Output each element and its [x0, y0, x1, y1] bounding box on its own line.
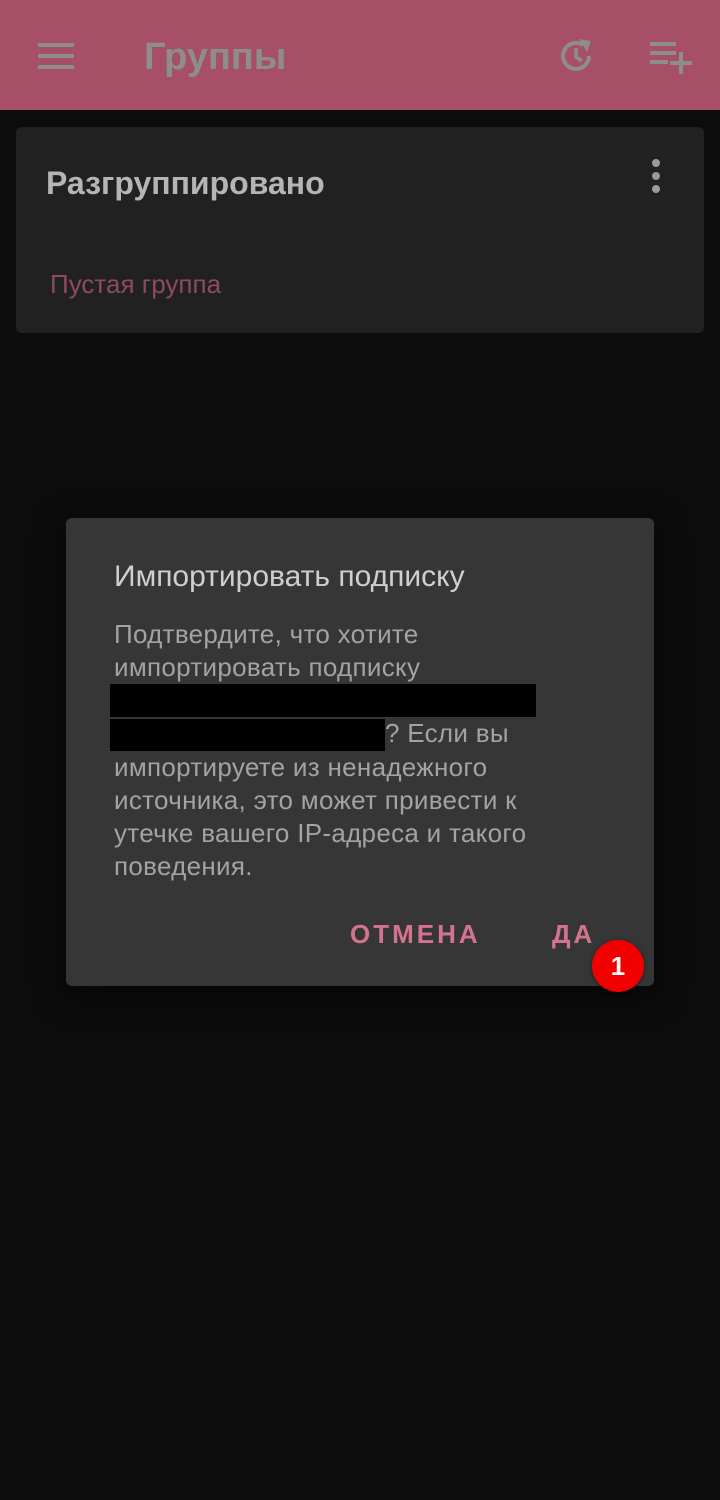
redacted-url-block [110, 719, 385, 751]
group-title: Разгруппировано [46, 165, 325, 201]
dialog-message-line2: импортировать подписку [114, 652, 421, 682]
confirm-button[interactable]: ДА [546, 914, 601, 954]
step-marker-badge: 1 [592, 940, 644, 992]
page-title: Группы [144, 36, 287, 78]
playlist-add-icon[interactable] [640, 26, 700, 86]
import-subscription-dialog: Импортировать подписку Подтвердите, что … [66, 518, 654, 986]
group-card[interactable]: Разгруппировано Пустая группа [16, 127, 704, 333]
more-vert-icon[interactable] [636, 153, 676, 199]
top-app-bar: Группы [0, 0, 720, 110]
dialog-message-line1: Подтвердите, что хотите [114, 619, 419, 649]
history-refresh-icon[interactable] [546, 26, 606, 86]
redacted-url-block [110, 684, 536, 717]
menu-icon[interactable] [26, 26, 86, 86]
group-empty-label: Пустая группа [50, 269, 222, 299]
cancel-button[interactable]: ОТМЕНА [344, 914, 487, 954]
dialog-title: Импортировать подписку [114, 560, 465, 593]
dialog-message: Подтвердите, что хотите импортировать по… [110, 618, 584, 883]
